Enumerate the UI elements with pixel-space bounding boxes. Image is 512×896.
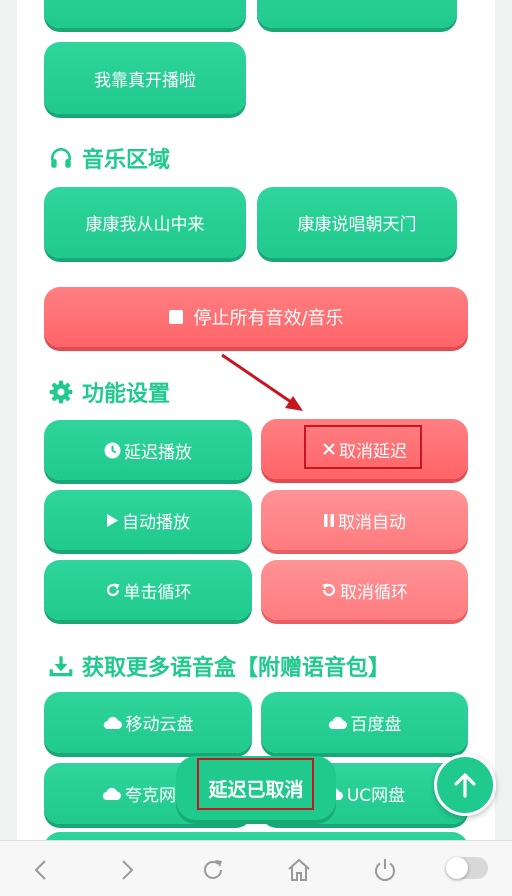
auto-play-button[interactable]: 自动播放 bbox=[44, 490, 252, 550]
gear-icon bbox=[48, 379, 74, 405]
settings-section-title: 功能设置 bbox=[48, 376, 170, 408]
stop-all-label: 停止所有音效/音乐 bbox=[193, 308, 344, 329]
cloud-icon bbox=[102, 787, 122, 801]
annotation-arrow bbox=[221, 353, 303, 411]
cloud-button-uc-label: UC网盘 bbox=[346, 786, 406, 806]
home-icon[interactable] bbox=[284, 855, 314, 885]
cloud-icon bbox=[103, 716, 123, 730]
cloud-button-baidu-label: 百度盘 bbox=[350, 715, 402, 735]
stop-icon bbox=[168, 309, 184, 325]
cancel-loop-button[interactable]: 取消循环 bbox=[261, 560, 468, 620]
music-button-1[interactable]: 康康我从山中来 bbox=[44, 187, 246, 258]
redo-icon bbox=[105, 582, 121, 598]
browser-bottom-bar bbox=[0, 840, 512, 896]
headphones-icon bbox=[48, 145, 74, 171]
stop-all-button[interactable]: 停止所有音效/音乐 bbox=[44, 287, 468, 347]
settings-section-label: 功能设置 bbox=[82, 382, 171, 407]
back-to-top-button[interactable] bbox=[434, 754, 496, 816]
cloud-icon bbox=[328, 716, 348, 730]
top-button-right[interactable] bbox=[257, 0, 457, 28]
toggle-knob bbox=[446, 857, 468, 879]
cloud-button-mobile[interactable]: 移动云盘 bbox=[44, 692, 252, 753]
music-button-2[interactable]: 康康说唱朝天门 bbox=[257, 187, 457, 258]
delay-play-label: 延迟播放 bbox=[124, 442, 192, 463]
play-button-kaibo[interactable]: 我靠真开播啦 bbox=[44, 42, 246, 114]
click-loop-label: 单击循环 bbox=[123, 582, 192, 603]
downloads-section-title: 获取更多语音盒【附赠语音包】 bbox=[48, 650, 390, 682]
delay-play-button[interactable]: 延迟播放 bbox=[44, 420, 252, 480]
top-button-left[interactable] bbox=[44, 0, 246, 28]
undo-icon bbox=[321, 582, 337, 598]
cloud-button-baidu[interactable]: 百度盘 bbox=[261, 692, 468, 753]
cancel-loop-label: 取消循环 bbox=[340, 582, 408, 603]
download-icon bbox=[48, 653, 74, 679]
highlight-box-cancel-delay bbox=[304, 425, 422, 469]
highlight-box-toast bbox=[197, 758, 314, 810]
clock-icon bbox=[104, 442, 121, 459]
auto-play-label: 自动播放 bbox=[122, 512, 190, 533]
cloud-button-quark-label: 夸克网 bbox=[125, 786, 176, 806]
pause-icon bbox=[323, 513, 335, 528]
downloads-section-label: 获取更多语音盒【附赠语音包】 bbox=[82, 656, 391, 681]
refresh-icon[interactable] bbox=[198, 855, 228, 885]
arrow-up-icon bbox=[453, 772, 477, 798]
power-icon[interactable] bbox=[370, 855, 400, 885]
forward-icon[interactable] bbox=[112, 855, 142, 885]
cloud-button-mobile-label: 移动云盘 bbox=[125, 715, 194, 735]
cancel-auto-button[interactable]: 取消自动 bbox=[261, 490, 468, 550]
play-icon bbox=[106, 513, 119, 528]
cancel-auto-label: 取消自动 bbox=[338, 512, 406, 533]
music-section-label: 音乐区域 bbox=[82, 148, 171, 173]
click-loop-button[interactable]: 单击循环 bbox=[44, 560, 252, 620]
back-icon[interactable] bbox=[26, 855, 56, 885]
music-section-title: 音乐区域 bbox=[48, 142, 170, 174]
toggle-switch[interactable] bbox=[446, 857, 488, 879]
